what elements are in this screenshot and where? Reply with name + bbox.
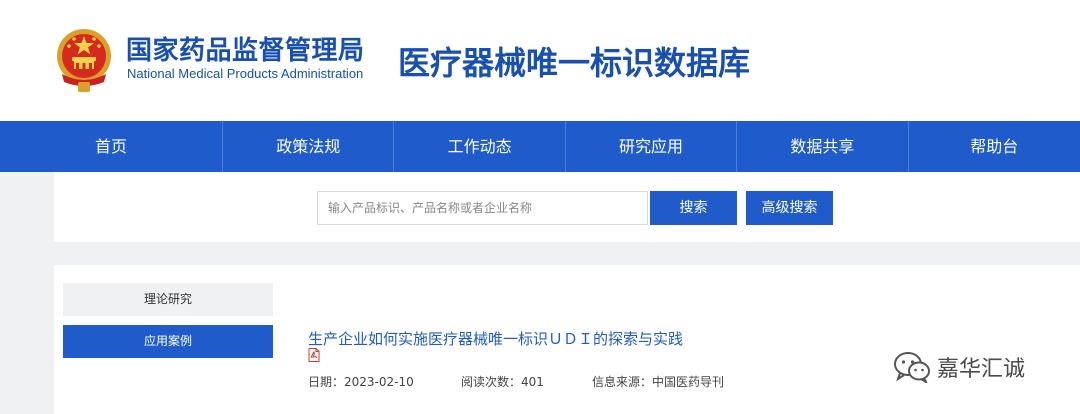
nav-item-home[interactable]: 首页 bbox=[0, 121, 222, 172]
nav-item-research[interactable]: 研究应用 bbox=[566, 121, 736, 172]
article-view-count: 阅读次数：401 bbox=[461, 375, 544, 389]
nav-item-policies[interactable]: 政策法规 bbox=[223, 121, 393, 172]
watermark-text: 嘉华汇诚 bbox=[937, 357, 1026, 382]
nav-item-news[interactable]: 工作动态 bbox=[394, 121, 564, 172]
agency-name-cn: 国家药品监督管理局 bbox=[126, 36, 365, 66]
sidebar-item-application-cases[interactable]: 应用案例 bbox=[63, 325, 273, 358]
agency-name-en: National Medical Products Administration bbox=[127, 66, 364, 81]
main-nav: 首页 政策法规 工作动态 研究应用 数据共享 帮助台 bbox=[0, 121, 1080, 172]
database-title: 医疗器械唯一标识数据库 bbox=[398, 44, 751, 82]
nav-item-data-sharing[interactable]: 数据共享 bbox=[737, 121, 907, 172]
search-button[interactable]: 搜索 bbox=[650, 191, 737, 225]
wechat-watermark: 嘉华汇诚 bbox=[893, 350, 1025, 384]
pdf-icon[interactable] bbox=[308, 348, 320, 362]
nav-item-help[interactable]: 帮助台 bbox=[909, 121, 1080, 172]
article-date: 日期：2023-02-10 bbox=[308, 375, 414, 389]
search-input[interactable] bbox=[317, 191, 648, 225]
article-source: 信息来源：中国医药导刊 bbox=[592, 375, 725, 389]
wechat-icon bbox=[894, 352, 930, 383]
advanced-search-button[interactable]: 高级搜索 bbox=[746, 191, 833, 225]
sidebar-item-theory-research[interactable]: 理论研究 bbox=[63, 283, 273, 316]
national-emblem-icon bbox=[57, 29, 111, 92]
article-title-link[interactable]: 生产企业如何实施医疗器械唯一标识ＵＤＩ的探索与实践 bbox=[308, 328, 683, 349]
